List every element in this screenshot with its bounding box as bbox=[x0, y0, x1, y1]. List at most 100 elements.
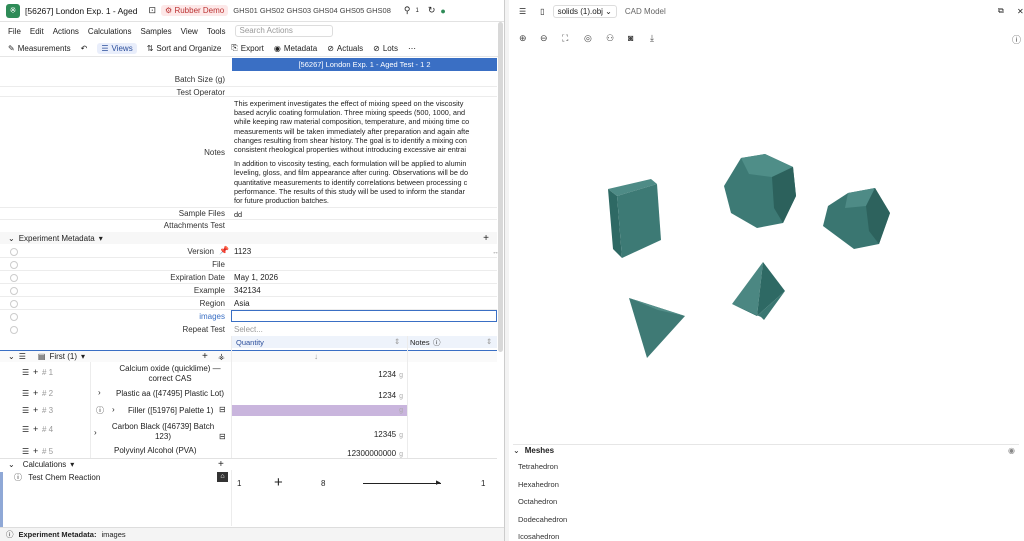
menu-tools[interactable]: Tools bbox=[207, 27, 226, 36]
menu-samples[interactable]: Samples bbox=[141, 27, 172, 36]
project-tag[interactable]: ⚙ Rubber Demo bbox=[161, 5, 229, 16]
drag-handle-icon[interactable]: ☰ bbox=[22, 406, 29, 415]
scrollbar[interactable] bbox=[498, 22, 503, 352]
metadata-value-version[interactable]: 1123 bbox=[234, 247, 251, 256]
row-checkbox[interactable] bbox=[10, 300, 18, 308]
rotate-icon[interactable]: ◎ bbox=[584, 33, 592, 44]
metadata-button[interactable]: ◉ Metadata bbox=[274, 44, 317, 53]
expand-icon[interactable]: › bbox=[98, 388, 101, 397]
eye-icon[interactable]: ◉ bbox=[1008, 446, 1015, 455]
column-quantity[interactable]: Quantity bbox=[236, 338, 264, 347]
metadata-value-repeat[interactable]: Select... bbox=[234, 325, 263, 334]
tools-icon[interactable]: ⚲ bbox=[404, 5, 411, 16]
menu-file[interactable]: File bbox=[8, 27, 21, 36]
info-icon[interactable]: ⓘ bbox=[96, 405, 104, 416]
expand-icon[interactable]: › bbox=[112, 405, 115, 414]
mesh-item-octahedron[interactable]: Octahedron bbox=[518, 497, 557, 506]
column-notes[interactable]: Notes bbox=[410, 338, 430, 347]
expand-icon[interactable]: › bbox=[94, 428, 97, 437]
icosahedron-solid[interactable] bbox=[823, 188, 890, 249]
experiment-metadata-header[interactable]: ⌄ Experiment Metadata ▾ + bbox=[0, 232, 497, 244]
row-checkbox[interactable] bbox=[10, 287, 18, 295]
add-icon[interactable]: + bbox=[33, 405, 38, 415]
table-row[interactable]: ☰ + # 2 › Plastic aa ([47495] Plastic Lo… bbox=[0, 386, 497, 402]
pin-icon[interactable]: 📌 bbox=[219, 246, 229, 255]
palette-icon[interactable]: ● bbox=[440, 6, 445, 16]
drag-handle-icon[interactable]: ☰ bbox=[22, 368, 29, 377]
row-checkbox[interactable] bbox=[10, 274, 18, 282]
ingredient-name[interactable]: Polyvinyl Alcohol (PVA) bbox=[114, 446, 197, 455]
info-icon[interactable]: ⓘ bbox=[1012, 33, 1021, 46]
drag-handle-icon[interactable]: ☰ bbox=[22, 389, 29, 398]
open-external-icon[interactable]: ⧉ bbox=[998, 6, 1004, 16]
quantity-value[interactable]: 1234 g bbox=[232, 391, 407, 400]
quantity-value[interactable]: 12345 g bbox=[232, 430, 407, 439]
views-button[interactable]: ☰ Views bbox=[97, 42, 137, 54]
fit-view-icon[interactable]: ⛶ bbox=[562, 33, 568, 44]
menu-edit[interactable]: Edit bbox=[30, 27, 44, 36]
add-icon[interactable]: + bbox=[33, 446, 38, 456]
metadata-value-expiration[interactable]: May 1, 2026 bbox=[234, 273, 278, 282]
more-icon[interactable]: ⋯ bbox=[408, 44, 416, 53]
mesh-item-tetrahedron[interactable]: Tetrahedron bbox=[518, 462, 558, 471]
undo-icon[interactable]: ↶ bbox=[81, 44, 88, 53]
ingredient-name[interactable]: Calcium oxide (quicklime) — correct CAS bbox=[110, 364, 230, 384]
menu-icon[interactable]: ☰ bbox=[19, 352, 26, 361]
archive-icon[interactable]: ⊟ bbox=[219, 432, 226, 441]
sort-arrows-icon[interactable]: ⇕ bbox=[394, 337, 400, 346]
row-checkbox[interactable] bbox=[10, 248, 18, 256]
file-select[interactable]: solids (1).obj ⌄ bbox=[552, 4, 617, 18]
info-icon[interactable]: ⓘ bbox=[433, 337, 441, 348]
sort-organize-button[interactable]: ⇅ Sort and Organize bbox=[147, 44, 222, 53]
archive-icon[interactable]: ⊟ bbox=[219, 405, 226, 414]
table-row[interactable]: ☰ + # 5 Polyvinyl Alcohol (PVA) 12300000… bbox=[0, 445, 497, 458]
add-row-icon[interactable]: + bbox=[202, 351, 208, 362]
mesh-item-hexahedron[interactable]: Hexahedron bbox=[518, 480, 559, 489]
add-icon[interactable]: + bbox=[33, 367, 38, 377]
add-icon[interactable]: + bbox=[33, 424, 38, 434]
hexahedron-solid[interactable] bbox=[608, 179, 661, 258]
lock-icon[interactable]: ⊡ bbox=[148, 5, 156, 16]
group-header[interactable]: ⌄ ☰ ▤ First (1) ▾ + ⚶ ↓ bbox=[0, 350, 497, 362]
quantity-highlight[interactable]: g bbox=[232, 405, 407, 416]
calculation-item[interactable]: ⓘ Test Chem Reaction bbox=[14, 472, 100, 483]
add-icon[interactable]: + bbox=[483, 233, 489, 244]
binoculars-icon[interactable]: ⚇ bbox=[606, 33, 614, 44]
export-button[interactable]: ⎘ Export bbox=[231, 43, 264, 53]
menu-actions[interactable]: Actions bbox=[53, 27, 79, 36]
quantity-value[interactable]: 1234 g bbox=[232, 370, 407, 379]
measurements-button[interactable]: ✎ Measurements bbox=[8, 44, 71, 53]
octahedron-solid[interactable] bbox=[732, 262, 785, 320]
sync-icon[interactable]: ↻ bbox=[428, 5, 436, 16]
zoom-in-icon[interactable]: ⊕ bbox=[519, 33, 527, 44]
table-row[interactable]: ☰ + # 1 Calcium oxide (quicklime) — corr… bbox=[0, 362, 497, 386]
mesh-item-dodecahedron[interactable]: Dodecahedron bbox=[518, 515, 567, 524]
ingredient-name[interactable]: Plastic aa ([47495] Plastic Lot) bbox=[116, 389, 224, 398]
dodecahedron-solid[interactable] bbox=[724, 154, 796, 228]
resize-handle-icon[interactable]: ↔ bbox=[492, 249, 499, 256]
close-icon[interactable]: ✕ bbox=[1017, 7, 1024, 16]
mesh-item-icosahedron[interactable]: Icosahedron bbox=[518, 532, 559, 541]
add-icon[interactable]: + bbox=[33, 388, 38, 398]
row-checkbox[interactable] bbox=[10, 326, 18, 334]
tree-icon[interactable]: ⚶ bbox=[218, 352, 225, 361]
zoom-out-icon[interactable]: ⊖ bbox=[540, 33, 548, 44]
camera-icon[interactable]: ◙ bbox=[628, 33, 633, 43]
menu-calculations[interactable]: Calculations bbox=[88, 27, 132, 36]
sort-arrows-icon[interactable]: ⇕ bbox=[486, 337, 492, 346]
table-row[interactable]: ☰ + # 4 › Carbon Black ([46739] Batch 12… bbox=[0, 420, 497, 444]
lots-button[interactable]: ⊘ Lots bbox=[373, 44, 398, 53]
drag-handle-icon[interactable]: ☰ bbox=[22, 425, 29, 434]
notes-text[interactable]: This experiment investigates the effect … bbox=[234, 99, 499, 219]
3d-viewport[interactable] bbox=[509, 48, 1024, 438]
row-checkbox[interactable] bbox=[10, 313, 18, 321]
ingredient-name[interactable]: Carbon Black ([46739] Batch 123) bbox=[110, 422, 216, 442]
metadata-value-region[interactable]: Asia bbox=[234, 299, 250, 308]
calculations-header[interactable]: ⌄ Calculations ▾ + bbox=[0, 458, 497, 470]
meshes-header[interactable]: ⌄ Meshes ◉ bbox=[513, 444, 1019, 456]
drag-handle-icon[interactable]: ☰ bbox=[22, 447, 29, 456]
download-icon[interactable]: ⤓ bbox=[650, 33, 654, 44]
collapse-icon[interactable]: ▤ bbox=[38, 352, 46, 361]
metadata-value-images[interactable] bbox=[231, 310, 497, 322]
calculation-menu-icon[interactable]: ⌂ bbox=[217, 472, 228, 482]
